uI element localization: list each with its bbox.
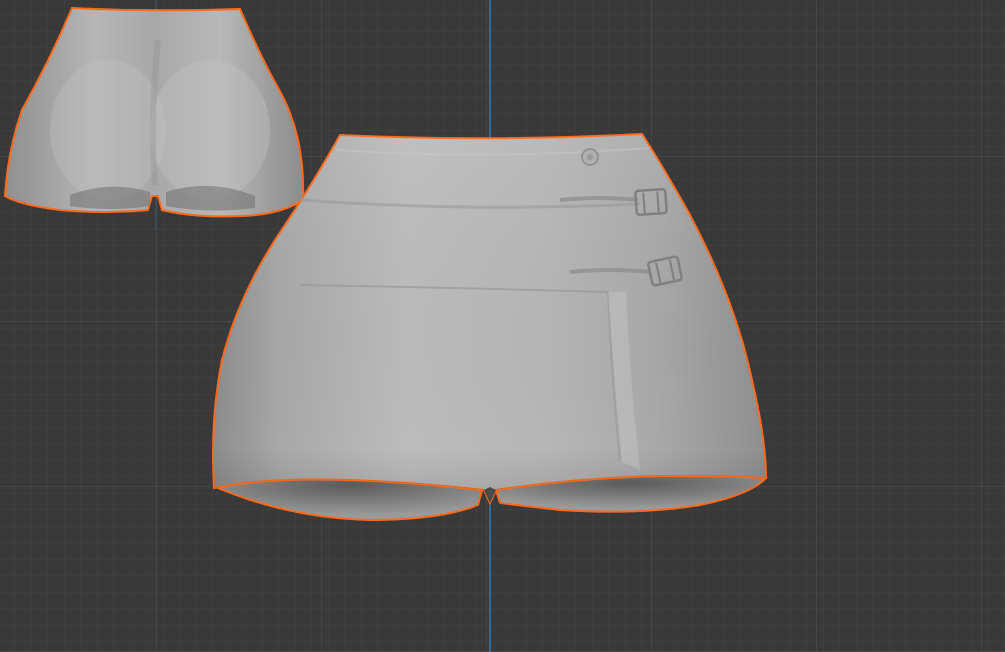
viewport-canvas[interactable] bbox=[0, 0, 1005, 652]
left-buttock-highlight bbox=[50, 60, 166, 200]
upper-strap-end bbox=[559, 196, 639, 202]
lower-strap-end bbox=[569, 268, 651, 274]
right-buttock-highlight bbox=[150, 60, 270, 200]
3d-viewport[interactable] bbox=[0, 0, 1005, 652]
button-center bbox=[587, 154, 593, 160]
